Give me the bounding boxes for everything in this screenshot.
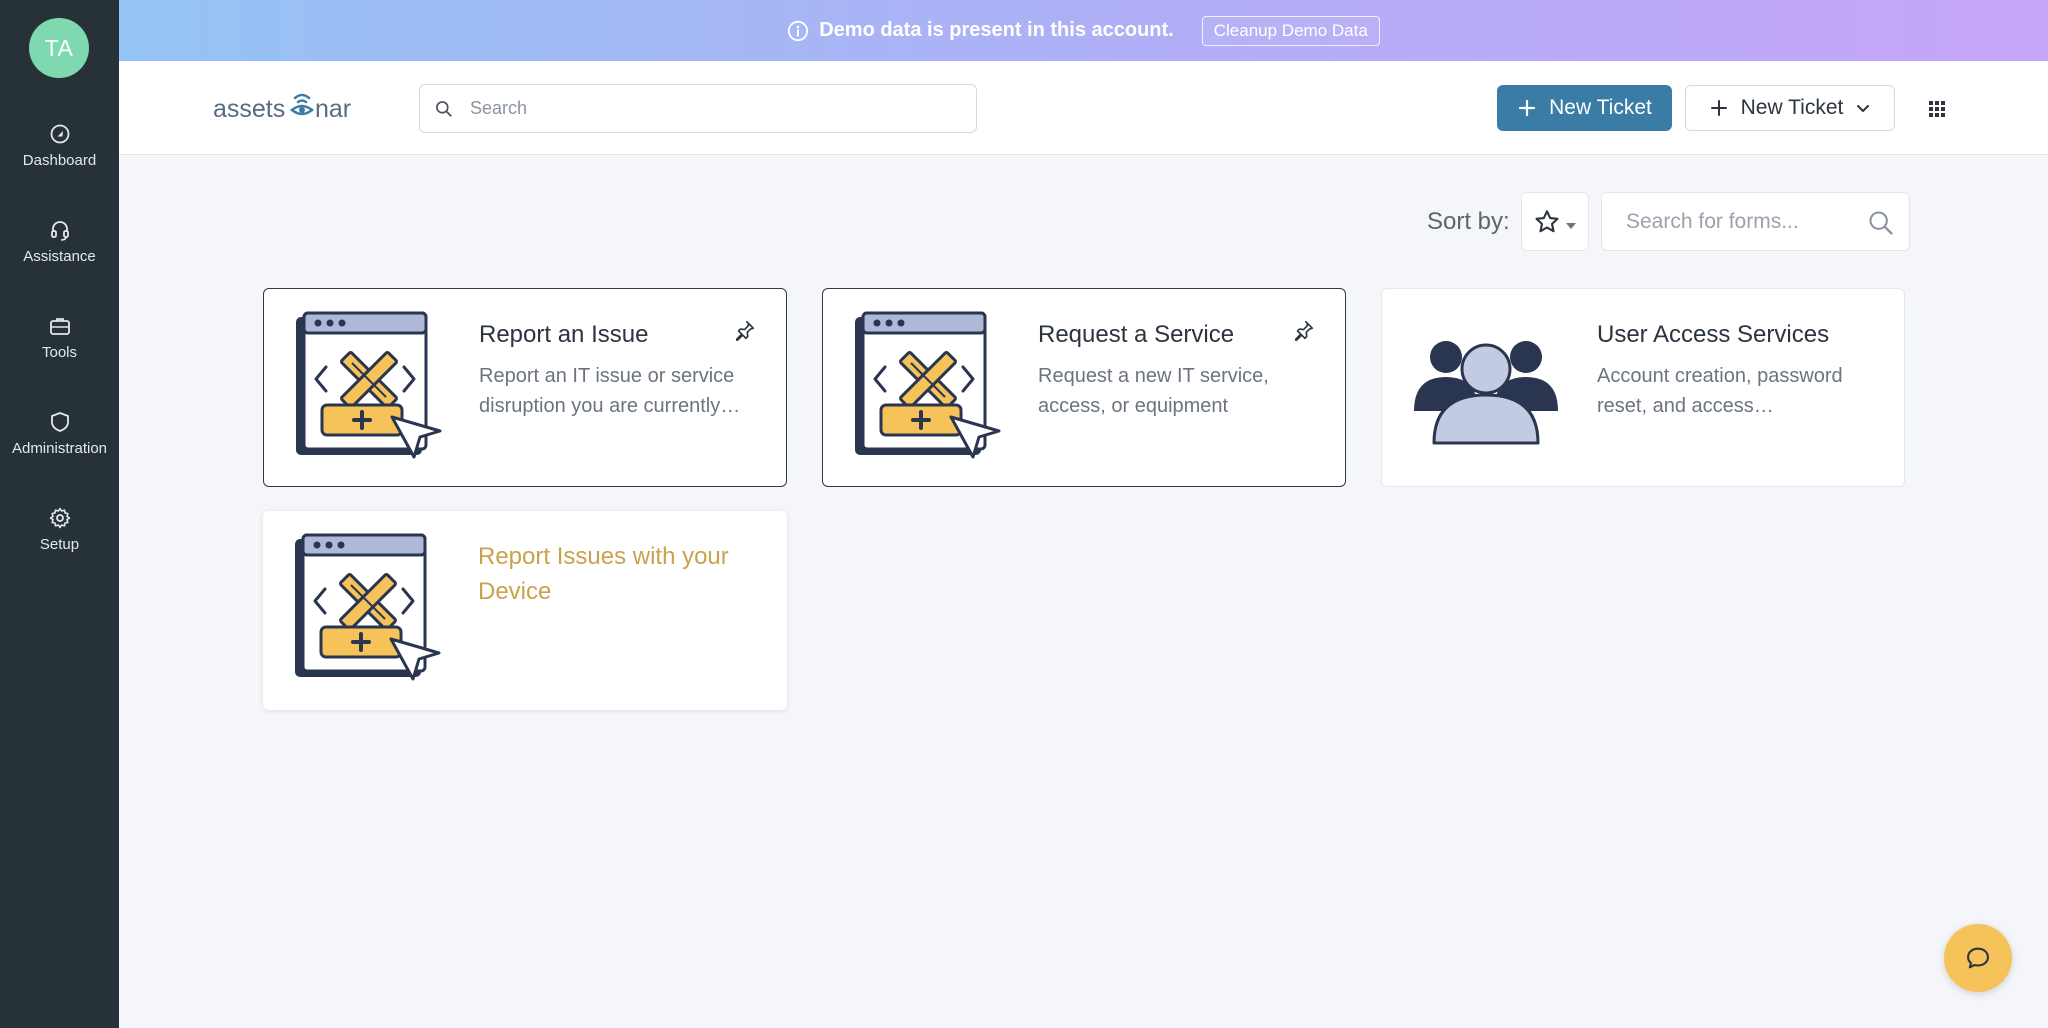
form-illustration-icon (851, 311, 1003, 463)
search-icon[interactable] (1867, 209, 1895, 237)
sidebar-item-setup[interactable]: Setup (0, 496, 119, 568)
sidebar-item-label: Setup (39, 536, 80, 553)
star-icon (1535, 209, 1559, 232)
sidebar-item-label: Tools (41, 344, 78, 361)
new-ticket-button[interactable]: New Ticket (1497, 85, 1672, 131)
sort-label: Sort by: (1427, 208, 1510, 235)
chat-bubble-icon (1967, 947, 1989, 969)
card-title: User Access Services (1597, 321, 1830, 348)
sidebar-item-dashboard[interactable]: Dashboard (0, 112, 119, 184)
headset-icon (50, 221, 69, 241)
cleanup-demo-data-button[interactable]: Cleanup Demo Data (1201, 15, 1380, 46)
assetsonar-logo[interactable]: assets nar (213, 90, 353, 126)
pin-icon[interactable] (1293, 319, 1315, 341)
sidebar-item-tools[interactable]: Tools (0, 304, 119, 376)
sidebar-item-label: Administration (11, 440, 108, 457)
banner-message: Demo data is present in this account. (787, 19, 1174, 42)
dashboard-icon (50, 124, 69, 144)
search-icon (436, 100, 452, 117)
demo-banner: Demo data is present in this account. Cl… (119, 0, 2048, 61)
chevron-down-icon (1857, 105, 1870, 112)
users-group-icon (1410, 311, 1562, 463)
form-illustration-icon (291, 533, 443, 685)
plus-icon (1710, 100, 1727, 116)
form-card-request-service[interactable]: Request a Service Request a new IT servi… (822, 288, 1346, 487)
logo-text-left: assets (213, 95, 285, 123)
sidebar-item-assistance[interactable]: Assistance (0, 208, 119, 280)
caret-down-icon (1566, 222, 1576, 229)
banner-text: Demo data is present in this account. (819, 19, 1174, 41)
apps-grid-icon[interactable] (1929, 101, 1945, 117)
briefcase-icon (49, 318, 70, 335)
form-card-report-device[interactable]: Report Issues with your Device (263, 511, 787, 710)
pin-icon[interactable] (734, 319, 756, 341)
card-description: Account creation, password reset, and ac… (1597, 365, 1843, 417)
form-illustration-icon (292, 311, 444, 463)
user-avatar[interactable]: TA (29, 18, 89, 78)
plus-icon (1519, 99, 1536, 117)
info-icon (788, 20, 809, 41)
card-description: Request a new IT service, access, or equ… (1038, 365, 1269, 417)
logo-text-right: nar (315, 95, 351, 123)
new-ticket-label: New Ticket (1549, 96, 1652, 119)
card-title: Request a Service (1038, 321, 1235, 348)
sidebar-item-administration[interactable]: Administration (0, 400, 119, 472)
new-ticket-dropdown-button[interactable]: New Ticket (1685, 85, 1895, 131)
form-card-user-access[interactable]: User Access Services Account creation, p… (1381, 288, 1905, 487)
forms-search-input[interactable] (1626, 209, 1846, 234)
chat-button[interactable] (1944, 924, 2012, 992)
shield-icon (50, 412, 69, 432)
new-ticket-dropdown-label: New Ticket (1740, 96, 1844, 119)
top-header: assets nar New Ticket New Ticket (119, 61, 2048, 155)
form-card-report-issue[interactable]: Report an Issue Report an IT issue or se… (263, 288, 787, 487)
card-description: Report an IT issue or service disruption… (479, 365, 741, 417)
sidebar-item-label: Dashboard (22, 152, 97, 169)
sidebar: TA Dashboard Assistance Tools Administra… (0, 0, 119, 1028)
card-title: Report an Issue (479, 321, 649, 348)
forms-search[interactable] (1601, 192, 1910, 251)
gear-icon (49, 507, 70, 529)
sidebar-item-label: Assistance (23, 248, 96, 265)
global-search[interactable] (419, 84, 977, 133)
card-title: Report Issues with your Device (478, 543, 729, 605)
sort-dropdown[interactable] (1521, 192, 1589, 251)
search-input[interactable] (470, 98, 950, 119)
